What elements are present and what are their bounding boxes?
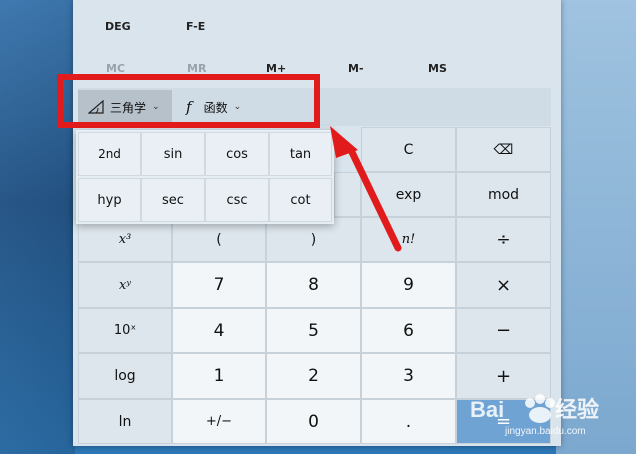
watermark-site: jingyan.baidu.com — [505, 426, 586, 437]
baidu-watermark-logo: Bai 经验 — [470, 394, 599, 423]
svg-text:Bai: Bai — [470, 397, 504, 422]
svg-text:经验: 经验 — [555, 397, 599, 422]
